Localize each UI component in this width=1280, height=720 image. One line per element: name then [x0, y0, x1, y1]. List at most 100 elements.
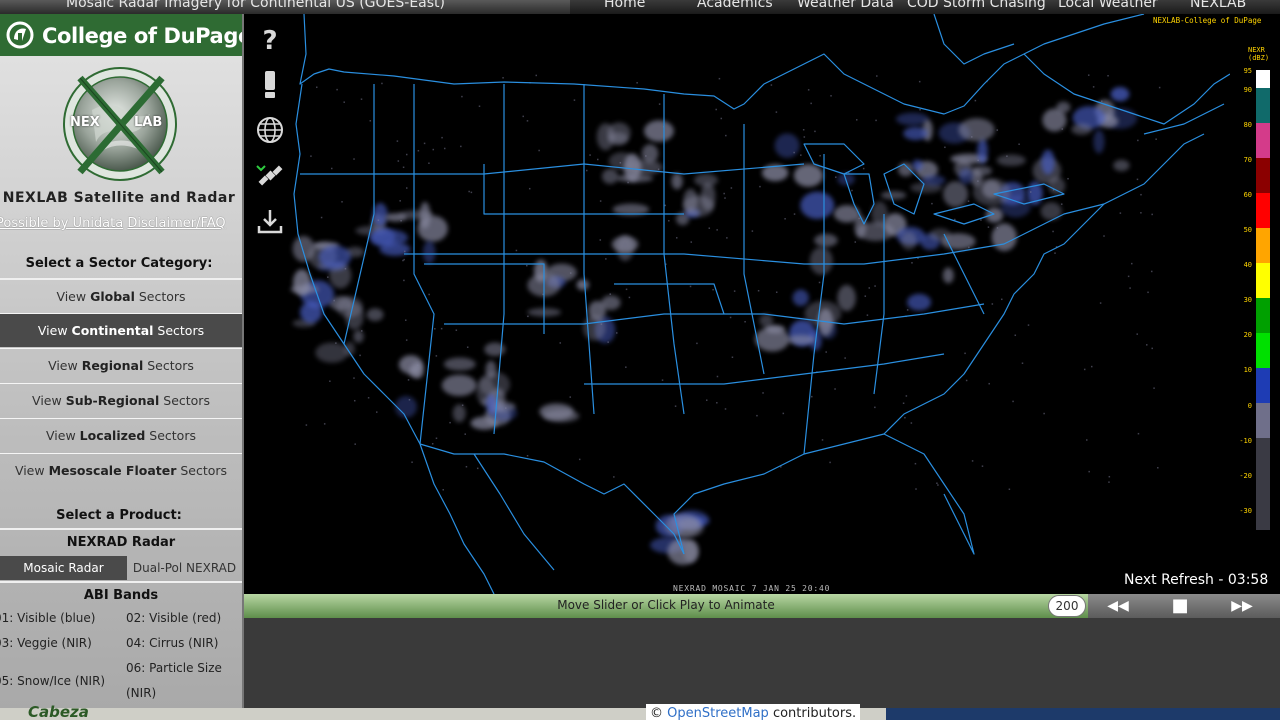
download-icon[interactable] — [255, 206, 285, 238]
satellite-icon[interactable] — [255, 160, 285, 192]
radar-speckle — [1086, 439, 1088, 441]
unidata-link[interactable]: Possible by Unidata — [0, 216, 123, 231]
radar-speckle — [996, 227, 999, 229]
top-bar: Mosaic Radar Imagery for Continental US … — [0, 0, 1280, 14]
nav-nexlab[interactable]: NEXLAB — [1190, 0, 1246, 11]
radar-echo — [814, 233, 838, 247]
next-refresh-timer: Next Refresh - 03:58 — [1124, 572, 1269, 588]
radar-echo — [419, 201, 431, 229]
radar-echo — [958, 168, 973, 185]
radar-speckle — [675, 237, 678, 239]
forward-button[interactable]: ▶▶ — [1222, 594, 1262, 618]
sector-label-bold: Regional — [81, 358, 144, 373]
radar-map-canvas[interactable] — [244, 14, 1230, 594]
radar-speckle — [696, 342, 698, 345]
radar-speckle — [1108, 475, 1111, 478]
radar-echo — [1071, 123, 1092, 135]
sidebar: College of DuPage NEX LAB NEXLAB Satelli… — [0, 14, 244, 708]
band-05-link[interactable]: 05: Snow/Ice (NIR) — [0, 674, 105, 688]
sector-regional-button[interactable]: View Regional Sectors — [0, 348, 242, 382]
radar-speckle — [803, 136, 806, 138]
nav-academics[interactable]: Academics — [697, 0, 773, 11]
radar-speckle — [522, 115, 524, 118]
radar-speckle — [712, 288, 714, 291]
radar-speckle — [910, 422, 913, 424]
radar-speckle — [733, 290, 736, 292]
radar-speckle — [535, 74, 538, 77]
radar-echo — [1040, 202, 1062, 221]
radar-speckle — [1067, 177, 1069, 180]
animation-controls: ◀◀ ■ ▶▶ — [1088, 594, 1280, 618]
mosaic-radar-button[interactable]: Mosaic Radar — [0, 556, 127, 580]
radar-speckle — [335, 342, 337, 344]
sector-global-button[interactable]: View Global Sectors — [0, 278, 242, 312]
radar-speckle — [407, 379, 410, 381]
sector-subregional-button[interactable]: View Sub-Regional Sectors — [0, 383, 242, 417]
band-02-link[interactable]: 02: Visible (red) — [126, 611, 221, 625]
stop-button[interactable]: ■ — [1160, 594, 1200, 618]
radar-speckle — [731, 356, 734, 359]
radar-speckle — [526, 120, 529, 122]
radar-speckle — [605, 258, 607, 260]
radar-speckle — [443, 147, 446, 150]
sector-continental-button[interactable]: View Continental Sectors — [0, 313, 242, 347]
radar-timestamp: NEXRAD MOSAIC 7 JAN 25 20:40 — [673, 584, 831, 593]
band-01-link[interactable]: 01: Visible (blue) — [0, 611, 95, 625]
nav-storm-chasing[interactable]: COD Storm Chasing — [907, 0, 1046, 11]
radar-speckle — [829, 461, 831, 464]
sector-mesoscale-button[interactable]: View Mesoscale Floater Sectors — [0, 453, 242, 487]
radar-speckle — [1083, 368, 1086, 371]
brand-name: College of DuPage — [42, 24, 244, 48]
band-06-link-cont[interactable]: (NIR) — [126, 686, 156, 700]
radar-echo — [315, 342, 349, 363]
radar-speckle — [465, 465, 468, 468]
radar-speckle — [353, 158, 355, 160]
radar-speckle — [320, 216, 323, 219]
band-06-link[interactable]: 06: Particle Size — [126, 661, 222, 675]
radar-speckle — [1006, 155, 1008, 157]
radar-echo — [422, 240, 436, 264]
radar-speckle — [715, 108, 717, 111]
radar-speckle — [397, 160, 400, 162]
radar-speckle — [411, 461, 413, 463]
alert-icon[interactable] — [255, 68, 285, 100]
radar-speckle — [400, 219, 402, 222]
top-nav: Home Academics Weather Data COD Storm Ch… — [570, 0, 1280, 14]
radar-speckle — [954, 218, 956, 221]
nav-weather-data[interactable]: Weather Data — [797, 0, 894, 11]
disclaimer-link[interactable]: Disclaimer/FAQ — [127, 216, 225, 231]
brand-bar[interactable]: College of DuPage — [0, 14, 244, 56]
radar-speckle — [515, 249, 518, 252]
sector-label: Sectors — [145, 428, 196, 443]
radar-speckle — [360, 98, 363, 100]
radar-speckle — [1158, 86, 1161, 89]
help-icon[interactable]: ? — [255, 24, 285, 56]
radar-speckle — [435, 355, 438, 357]
osm-link[interactable]: OpenStreetMap — [667, 706, 769, 720]
radar-speckle — [1014, 334, 1017, 337]
band-04-link[interactable]: 04: Cirrus (NIR) — [126, 636, 218, 650]
sector-localized-button[interactable]: View Localized Sectors — [0, 418, 242, 452]
dualpol-nexrad-button[interactable]: Dual-Pol NEXRAD — [127, 556, 242, 580]
radar-speckle — [977, 159, 979, 162]
radar-speckle — [944, 146, 946, 149]
rewind-button[interactable]: ◀◀ — [1098, 594, 1138, 618]
radar-map[interactable]: NEXRAD MOSAIC 7 JAN 25 20:40 — [244, 14, 1230, 594]
animation-speed-input[interactable]: 200 — [1048, 595, 1086, 617]
band-03-link[interactable]: 03: Veggie (NIR) — [0, 636, 92, 650]
radar-speckle — [616, 332, 618, 334]
radar-speckle — [977, 180, 979, 182]
scale-tick: 20 — [1243, 331, 1252, 339]
radar-echo — [441, 374, 477, 397]
nav-home[interactable]: Home — [604, 0, 645, 11]
radar-speckle — [449, 421, 451, 424]
radar-speckle — [416, 364, 419, 367]
radar-speckle — [1021, 362, 1024, 364]
globe-icon[interactable] — [255, 114, 285, 146]
sector-label: View — [48, 358, 82, 373]
sector-label: View — [46, 428, 80, 443]
osm-suffix: contributors. — [768, 706, 857, 720]
nav-local-weather[interactable]: Local Weather — [1058, 0, 1158, 11]
radar-speckle — [782, 412, 785, 415]
radar-echo — [484, 342, 506, 357]
